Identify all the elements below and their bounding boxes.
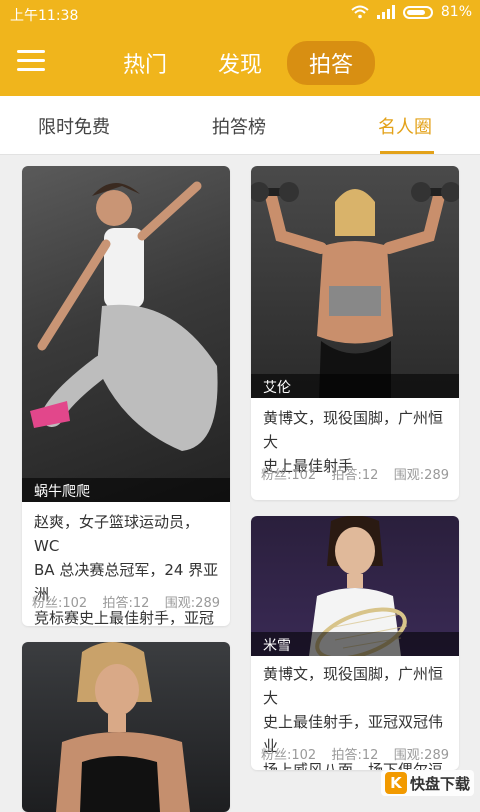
views-count: 围观:289 [393,748,449,763]
celebrity-card[interactable]: 蜗牛爬爬 赵爽，女子篮球运动员，WC BA 总决赛总冠军，24 界亚洲 竞标赛史… [22,166,230,626]
menu-icon[interactable] [17,50,45,72]
status-icons: 81% [351,4,472,20]
celebrity-card[interactable]: 米雪 黄博文，现役国脚，广州恒大 史上最佳射手，亚冠双冠伟业 场上威风八面，场下… [251,516,459,770]
fans-count: 粉丝:102 [261,468,317,483]
tab-hot[interactable]: 热门 [123,47,167,79]
watermark-text: 快盘下载 [409,774,470,793]
status-time: 上午11:38 [10,8,79,24]
signal-icon [376,5,395,19]
fans-count: 粉丝:102 [261,748,317,763]
active-tab-indicator [380,151,434,154]
celebrity-name: 艾伦 [263,380,291,396]
card-stats: 粉丝:102 拍答:12 围观:289 [32,592,220,611]
tab-discover[interactable]: 发现 [218,47,262,79]
celebrity-photo [22,166,230,502]
answers-count: 拍答:12 [102,596,150,611]
celebrity-card[interactable] [22,642,230,812]
card-stats: 粉丝:102 拍答:12 围观:289 [261,744,449,763]
fans-count: 粉丝:102 [32,596,88,611]
celebrity-card[interactable]: 艾伦 黄博文，现役国脚，广州恒大 史上最佳射手 粉丝:102 拍答:12 围观:… [251,166,459,500]
subtab-celebrity[interactable]: 名人圈 [378,113,432,139]
subtab-free[interactable]: 限时免费 [38,113,110,139]
sub-tabs: 限时免费 拍答榜 名人圈 [0,96,480,155]
celebrity-photo [22,642,230,812]
answers-count: 拍答:12 [331,468,379,483]
battery-icon [402,5,433,19]
tab-paida[interactable]: 拍答 [287,41,376,85]
dumbbell-figure [251,182,459,398]
athlete-figure [56,642,190,812]
celebrity-photo [251,166,459,398]
answers-count: 拍答:12 [331,748,379,763]
celebrity-name: 米雪 [263,638,291,654]
name-caption: 米雪 [251,632,459,656]
dancer-figure [30,181,218,451]
battery-percent: 81% [440,4,472,20]
name-caption: 艾伦 [251,374,459,398]
views-count: 围观:289 [164,596,220,611]
subtab-ranking[interactable]: 拍答榜 [212,113,266,139]
watermark-logo: K [384,772,407,794]
site-watermark: K 快盘下载 [380,770,474,796]
wifi-icon [351,5,369,19]
celebrity-name: 蜗牛爬爬 [34,484,90,500]
name-caption: 蜗牛爬爬 [22,478,230,502]
top-nav: 热门 发现 拍答 [0,28,480,96]
status-bar: 上午11:38 81% [0,0,480,28]
views-count: 围观:289 [393,468,449,483]
card-stats: 粉丝:102 拍答:12 围观:289 [261,464,449,483]
